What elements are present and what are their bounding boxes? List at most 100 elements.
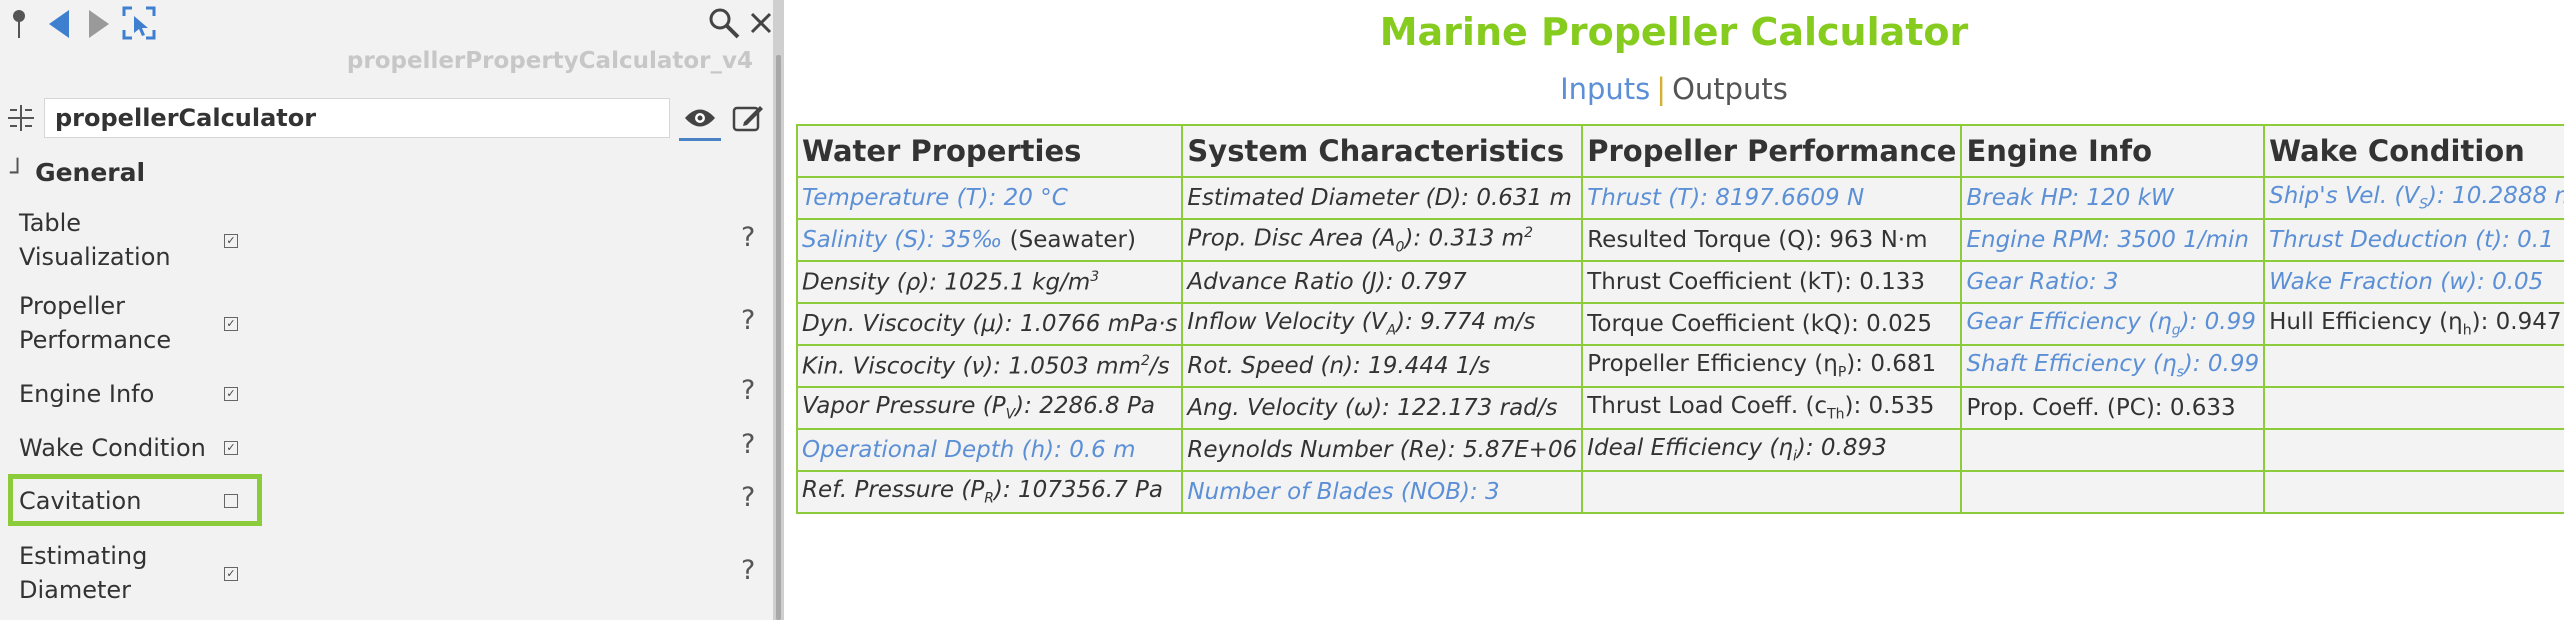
output-cell: Advance Ratio (J): 0.797 [1181, 260, 1584, 304]
section-general[interactable]: ┘ General [10, 158, 145, 187]
tab-inputs[interactable]: Inputs [1560, 72, 1650, 106]
select-element-icon[interactable] [120, 4, 158, 42]
input-cell[interactable]: Engine RPM: 3500 1/min [1960, 218, 2266, 262]
page-title: Marine Propeller Calculator [1379, 10, 1969, 54]
output-cell [2263, 386, 2564, 430]
table-row: Dyn. Viscocity (μ): 1.0766 mPa·s Inflow V… [795, 302, 2564, 346]
sidebar-item-estimating-diameter[interactable]: Estimating Diameter ✓ ? [0, 537, 773, 609]
output-cell: Thrust Load Coeff. (cTh): 0.535 [1581, 386, 1963, 430]
sidebar-item-label: Cavitation [19, 487, 142, 515]
sidebar-item-wake-condition[interactable]: Wake Condition ✓ ? [0, 429, 773, 469]
output-cell: Rot. Speed (n): 19.444 1/s [1181, 344, 1584, 388]
collapse-icon[interactable]: ┘ [10, 158, 25, 187]
input-cell[interactable]: Number of Blades (NOB): 3 [1181, 470, 1584, 514]
search-icon[interactable] [706, 4, 742, 42]
output-cell: Reynolds Number (Re): 5.87E+06 [1181, 428, 1584, 472]
sidebar-item-label: Table Visualization [19, 209, 171, 271]
sidebar-item-label: Estimating Diameter [19, 542, 148, 604]
cell-selector-input[interactable]: propellerCalculator [44, 98, 670, 138]
output-cell: Resulted Torque (Q): 963 N·m [1581, 218, 1963, 262]
output-cell: Kin. Viscocity (ν): 1.0503 mm2/s [795, 344, 1184, 388]
notebook-name: propellerPropertyCalculator_v4 [346, 48, 753, 74]
output-cell: Inflow Velocity (VA): 9.774 m/s [1181, 302, 1584, 346]
input-cell[interactable]: Ship's Vel. (VS): 10.2888 m/s [2263, 176, 2564, 220]
io-tabs: Inputs | Outputs [784, 72, 2564, 106]
help-icon[interactable]: ? [741, 429, 755, 460]
help-icon[interactable]: ? [741, 482, 755, 513]
table-row: Density (ρ): 1025.1 kg/m3 Advance Ratio (… [795, 260, 2564, 304]
sidebar-item-label: Wake Condition [19, 434, 206, 462]
table-row: Temperature (T): 20 °C Estimated Diameter… [795, 176, 2564, 220]
input-cell[interactable]: Thrust (T): 8197.6609 N [1581, 176, 1963, 220]
table-body: Temperature (T): 20 °C Estimated Diameter… [795, 176, 2564, 514]
cell-selector-icon [6, 103, 36, 133]
output-cell [1960, 470, 2266, 514]
tab-outputs[interactable]: Outputs [1672, 72, 1788, 106]
eye-icon[interactable] [679, 98, 721, 141]
sidebar-scrollbar[interactable] [776, 55, 781, 620]
table-row: Kin. Viscocity (ν): 1.0503 mm2/s Rot. Spe… [795, 344, 2564, 388]
output-cell: Density (ρ): 1025.1 kg/m3 [795, 260, 1184, 304]
output-cell: Ideal Efficiency (ηi): 0.893 [1581, 428, 1963, 472]
input-cell[interactable]: Gear Efficiency (ηg): 0.99 [1960, 302, 2266, 346]
help-icon[interactable]: ? [741, 375, 755, 406]
input-cell[interactable]: Thrust Deduction (t): 0.1 [2263, 218, 2564, 262]
checkbox[interactable] [224, 494, 238, 508]
sidebar-item-label: Propeller Performance [19, 292, 172, 354]
sidebar: propellerPropertyCalculator_v4 propeller… [0, 0, 773, 620]
tab-separator: | [1656, 72, 1667, 106]
pin-icon[interactable] [6, 6, 32, 42]
checkbox[interactable]: ✓ [224, 234, 238, 248]
output-cell [1960, 428, 2266, 472]
input-cell[interactable]: Shaft Efficiency (ηs): 0.99 [1960, 344, 2266, 388]
output-cell [2263, 344, 2564, 388]
output-cell: Ref. Pressure (PR): 107356.7 Pa [795, 470, 1184, 514]
input-cell[interactable]: Break HP: 120 kW [1960, 176, 2266, 220]
output-cell [1581, 470, 1963, 514]
section-title: General [35, 158, 146, 187]
checkbox[interactable]: ✓ [224, 567, 238, 581]
table-row: Operational Depth (h): 0.6 m Reynolds Num… [795, 428, 2564, 472]
output-cell: Vapor Pressure (PV): 2286.8 Pa [795, 386, 1184, 430]
input-cell[interactable]: Temperature (T): 20 °C [795, 176, 1184, 220]
sidebar-item-table-visualization[interactable]: Table Visualization ✓ ? [0, 204, 773, 276]
table-row: Ref. Pressure (PR): 107356.7 Pa Number of… [795, 470, 2564, 514]
help-icon[interactable]: ? [741, 222, 755, 253]
column-header: Wake Condition [2263, 124, 2564, 178]
sidebar-item-propeller-performance[interactable]: Propeller Performance ✓ ? [0, 287, 773, 359]
sidebar-item-label: Engine Info [19, 380, 155, 408]
output-cell: Thrust Coefficient (kT): 0.133 [1581, 260, 1963, 304]
column-header: Propeller Performance [1581, 124, 1963, 178]
table-row: Salinity (S): 35‰ (Seawater) Prop. Disc A… [795, 218, 2564, 262]
input-cell[interactable]: Operational Depth (h): 0.6 m [795, 428, 1184, 472]
output-cell: Torque Coefficient (kQ): 0.025 [1581, 302, 1963, 346]
input-cell[interactable]: Salinity (S): 35‰ (Seawater) [795, 218, 1184, 262]
output-cell: Dyn. Viscocity (μ): 1.0766 mPa·s [795, 302, 1184, 346]
close-icon[interactable] [748, 6, 774, 40]
input-cell[interactable]: Wake Fraction (w): 0.05 [2263, 260, 2564, 304]
sidebar-item-engine-info[interactable]: Engine Info ✓ ? [0, 375, 773, 415]
output-cell: Prop. Disc Area (A0): 0.313 m2 [1181, 218, 1584, 262]
output-cell: Propeller Efficiency (ηP): 0.681 [1581, 344, 1963, 388]
output-cell: Ang. Velocity (ω): 122.173 rad/s [1181, 386, 1584, 430]
output-cell [2263, 470, 2564, 514]
output-cell: Prop. Coeff. (PC): 0.633 [1960, 386, 2266, 430]
edit-icon[interactable] [728, 100, 768, 136]
input-cell[interactable]: Gear Ratio: 3 [1960, 260, 2266, 304]
checkbox[interactable]: ✓ [224, 317, 238, 331]
back-icon[interactable] [44, 6, 74, 42]
sidebar-item-cavitation[interactable]: Cavitation ? [0, 482, 773, 522]
help-icon[interactable]: ? [741, 555, 755, 586]
table-row: Vapor Pressure (PV): 2286.8 Pa Ang. Veloc… [795, 386, 2564, 430]
checkbox[interactable]: ✓ [224, 441, 238, 455]
output-cell [2263, 428, 2564, 472]
output-cell: Hull Efficiency (ηh): 0.947 [2263, 302, 2564, 346]
column-header: Engine Info [1960, 124, 2266, 178]
help-icon[interactable]: ? [741, 305, 755, 336]
output-cell: Estimated Diameter (D): 0.631 m [1181, 176, 1584, 220]
results-table: Water Properties System Characteristics … [795, 124, 2564, 514]
checkbox[interactable]: ✓ [224, 387, 238, 401]
column-header: System Characteristics [1181, 124, 1584, 178]
forward-icon[interactable] [84, 6, 114, 42]
column-header: Water Properties [795, 124, 1184, 178]
